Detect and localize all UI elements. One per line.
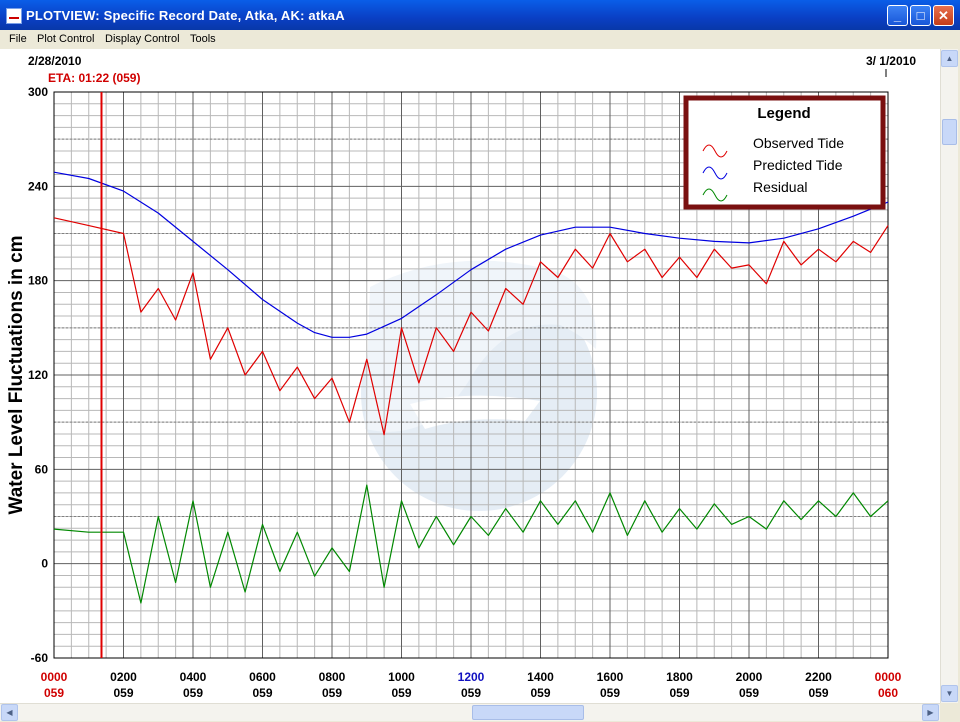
horizontal-scrollbar[interactable]: ◀ ▶ (0, 703, 940, 721)
y-tick-label: 300 (28, 85, 48, 99)
maximize-button[interactable]: □ (910, 5, 931, 26)
x-tick-time-label: 0000 (41, 670, 68, 684)
x-tick-time-label: 1800 (666, 670, 693, 684)
y-axis-ticks: 300 240 180 120 60 0 -60 (28, 85, 48, 665)
y-tick-label: 0 (41, 557, 48, 571)
x-tick-day-label: 059 (461, 686, 481, 700)
minimize-button[interactable]: _ (887, 5, 908, 26)
plot-area[interactable]: 300 240 180 120 60 0 -60 0000 059 0200 059 0400 059… (0, 49, 940, 703)
y-axis-label: Water Level Fluctuations in cm (6, 235, 27, 514)
x-tick-time-label: 0400 (180, 670, 207, 684)
vertical-scrollbar[interactable]: ▲ ▼ (940, 49, 958, 703)
vertical-scroll-thumb[interactable] (942, 119, 957, 145)
legend-title: Legend (757, 105, 810, 122)
horizontal-scroll-thumb[interactable] (472, 705, 584, 720)
x-tick-time-label: 1400 (527, 670, 554, 684)
x-tick-time-label: 0800 (319, 670, 346, 684)
chart-svg: 300 240 180 120 60 0 -60 0000 059 0200 059 0400 059… (6, 54, 916, 700)
x-tick-day-label: 059 (113, 686, 133, 700)
menu-bar: File Plot Control Display Control Tools (0, 30, 960, 49)
x-tick-day-label: 059 (600, 686, 620, 700)
close-icon: ✕ (938, 8, 949, 23)
scroll-right-button[interactable]: ▶ (922, 704, 939, 721)
x-tick-time-label: 0000 (875, 670, 902, 684)
minimize-icon: _ (893, 8, 902, 23)
x-tick-time-label: 0200 (110, 670, 137, 684)
y-tick-label: 180 (28, 274, 48, 288)
scroll-down-button[interactable]: ▼ (941, 685, 958, 702)
x-tick-day-label: 059 (808, 686, 828, 700)
x-tick-time-label: 2000 (736, 670, 763, 684)
legend-residual-label: Residual (753, 179, 807, 195)
scroll-up-icon: ▲ (945, 54, 954, 63)
legend-predicted-label: Predicted Tide (753, 157, 843, 173)
scroll-down-icon: ▼ (945, 689, 954, 698)
app-icon[interactable] (6, 8, 22, 24)
x-axis-ticks: 0000 059 0200 059 0400 059 0600 059 0800 059 1000 0… (41, 670, 902, 700)
date-left-label: 2/28/2010 (28, 54, 82, 68)
menu-plot-control[interactable]: Plot Control (37, 33, 94, 45)
x-tick-day-label: 059 (183, 686, 203, 700)
scroll-left-icon: ◀ (6, 708, 13, 717)
menu-tools[interactable]: Tools (190, 33, 216, 45)
x-tick-time-label: 2200 (805, 670, 832, 684)
scrollbar-corner (940, 703, 957, 720)
x-tick-day-label: 059 (322, 686, 342, 700)
x-tick-day-label: 059 (252, 686, 272, 700)
menu-file[interactable]: File (9, 33, 27, 45)
scroll-left-button[interactable]: ◀ (1, 704, 18, 721)
x-tick-time-label: 1000 (388, 670, 415, 684)
x-tick-day-label: 059 (391, 686, 411, 700)
menu-display-control[interactable]: Display Control (105, 33, 180, 45)
x-tick-day-label: 059 (530, 686, 550, 700)
title-bar: PLOTVIEW: Specific Record Date, Atka, AK… (0, 0, 960, 30)
x-tick-day-label: 059 (739, 686, 759, 700)
y-tick-label: 240 (28, 179, 48, 193)
maximize-icon: □ (916, 8, 925, 23)
date-right-label: 3/ 1/2010 (866, 54, 916, 68)
x-tick-day-label: 059 (44, 686, 64, 700)
scroll-right-icon: ▶ (927, 708, 934, 717)
x-tick-time-label: 1600 (597, 670, 624, 684)
scroll-up-button[interactable]: ▲ (941, 50, 958, 67)
x-tick-day-label: 060 (878, 686, 898, 700)
x-tick-day-label: 059 (669, 686, 689, 700)
y-tick-label: -60 (31, 651, 49, 665)
x-tick-time-label: 0600 (249, 670, 276, 684)
noaa-logo-icon (361, 260, 597, 511)
y-tick-label: 60 (35, 462, 49, 476)
window-title: PLOTVIEW: Specific Record Date, Atka, AK… (26, 8, 345, 23)
legend-observed-label: Observed Tide (753, 135, 844, 151)
y-tick-label: 120 (28, 368, 48, 382)
eta-label: ETA: 01:22 (059) (48, 71, 140, 85)
x-tick-time-label: 1200 (458, 670, 485, 684)
close-button[interactable]: ✕ (933, 5, 954, 26)
legend: Legend Observed Tide Predicted Tide Resi… (683, 95, 886, 210)
